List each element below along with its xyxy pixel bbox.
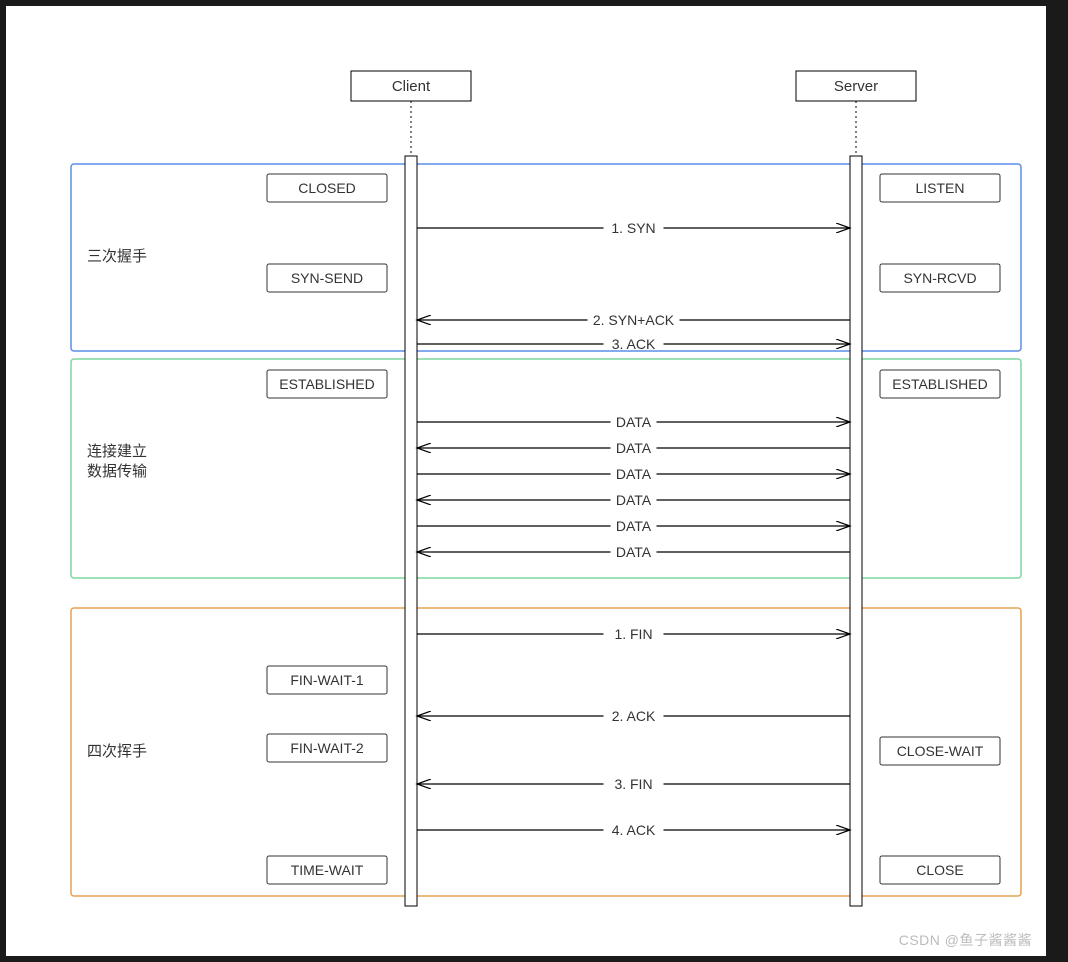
diagram-page: 三次握手连接建立数据传输四次挥手 Client Server CLOSED SYN-SE…	[6, 6, 1046, 956]
message-label: 3. ACK	[612, 336, 656, 352]
state-label: CLOSED	[298, 180, 356, 196]
section-frame-data	[71, 359, 1021, 578]
server-header-label: Server	[834, 78, 878, 95]
watermark: CSDN @鱼子酱酱酱	[899, 930, 1032, 950]
message-label: DATA	[616, 544, 652, 560]
state-label: SYN-SEND	[291, 270, 363, 286]
section-label-data: 连接建立	[87, 443, 147, 460]
client-header-label: Client	[392, 78, 431, 95]
state-label: SYN-RCVD	[903, 270, 976, 286]
message-label: 3. FIN	[614, 776, 652, 792]
message-label: DATA	[616, 518, 652, 534]
section-label-wave: 四次挥手	[87, 743, 147, 760]
state-label: CLOSE-WAIT	[897, 743, 984, 759]
message-label: 2. ACK	[612, 708, 656, 724]
message-label: 1. SYN	[611, 220, 655, 236]
watermark-text: CSDN @鱼子酱酱酱	[899, 932, 1032, 948]
section-label-data: 数据传输	[87, 463, 147, 480]
message-label: DATA	[616, 492, 652, 508]
message-label: DATA	[616, 414, 652, 430]
section-frame-wave	[71, 608, 1021, 896]
state-label: ESTABLISHED	[892, 376, 987, 392]
message-label: 1. FIN	[614, 626, 652, 642]
section-frame-handshake	[71, 164, 1021, 351]
state-label: FIN-WAIT-2	[290, 740, 364, 756]
section-label-handshake: 三次握手	[87, 248, 147, 265]
sequence-diagram: 三次握手连接建立数据传输四次挥手 Client Server CLOSED SYN-SE…	[16, 16, 1036, 916]
state-label: FIN-WAIT-1	[290, 672, 364, 688]
message-label: 4. ACK	[612, 822, 656, 838]
message-label: 2. SYN+ACK	[593, 312, 675, 328]
state-label: TIME-WAIT	[291, 862, 364, 878]
state-label: LISTEN	[915, 180, 964, 196]
server-activation-bar	[850, 156, 862, 906]
client-activation-bar	[405, 156, 417, 906]
state-label: ESTABLISHED	[279, 376, 374, 392]
state-label: CLOSE	[916, 862, 963, 878]
message-label: DATA	[616, 466, 652, 482]
message-label: DATA	[616, 440, 652, 456]
